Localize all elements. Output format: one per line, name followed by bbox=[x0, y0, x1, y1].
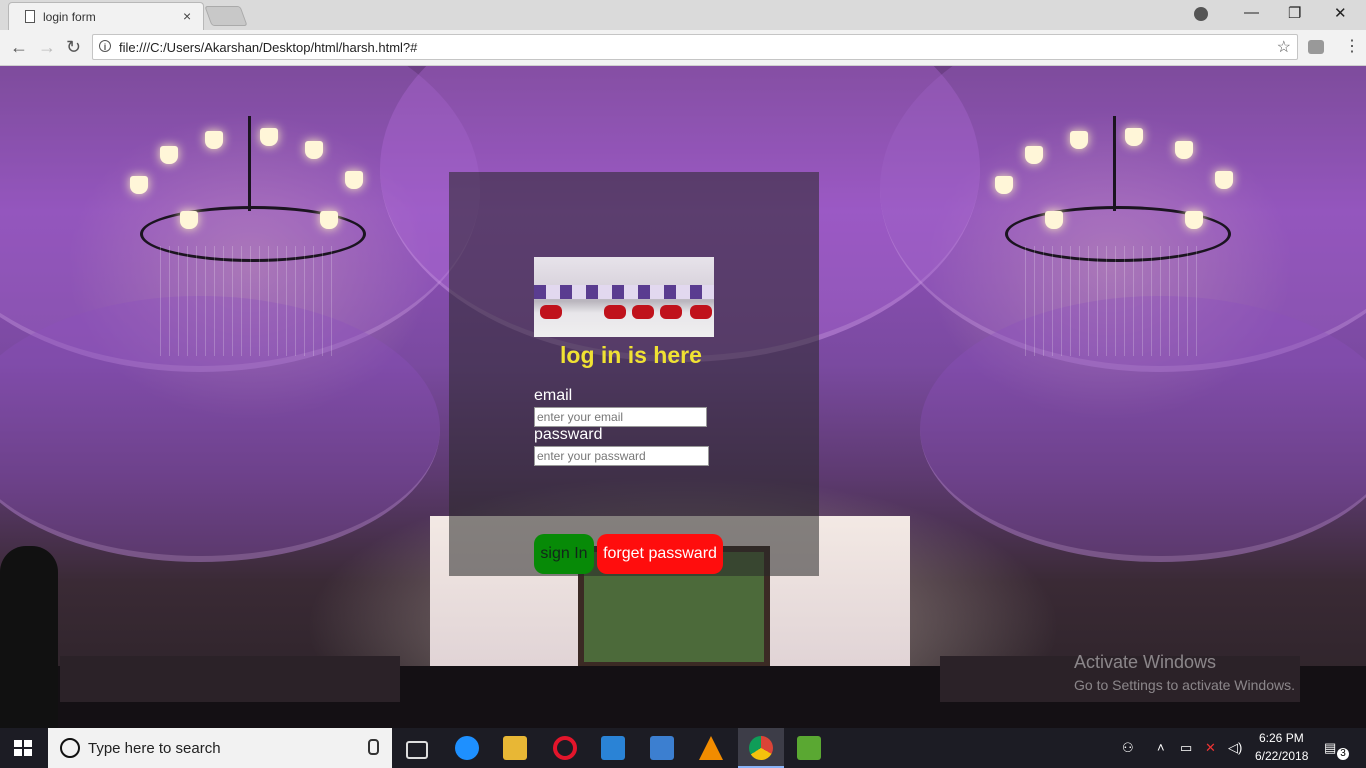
taskbar: Type here to search ⚇ ˄ ▭ ✕ ◁) 6:26 PM 6… bbox=[0, 728, 1366, 768]
volume-icon[interactable]: ◁) bbox=[1228, 740, 1242, 756]
task-view-icon[interactable] bbox=[406, 741, 428, 759]
activate-windows-subtitle: Go to Settings to activate Windows. bbox=[1074, 677, 1295, 693]
reload-icon[interactable]: ↻ bbox=[66, 37, 81, 58]
notification-count-badge: 3 bbox=[1337, 748, 1349, 760]
people-icon[interactable]: ⚇ bbox=[1122, 740, 1134, 756]
network-error-icon[interactable]: ✕ bbox=[1205, 740, 1216, 756]
login-heading: log in is here bbox=[560, 342, 702, 368]
search-placeholder: Type here to search bbox=[88, 740, 221, 757]
forget-password-button[interactable]: forget passward bbox=[597, 534, 723, 574]
account-icon[interactable] bbox=[1194, 7, 1208, 21]
bookmark-star-icon[interactable]: ☆ bbox=[1277, 37, 1291, 57]
extension-icon[interactable] bbox=[1308, 40, 1324, 54]
site-info-icon[interactable]: i bbox=[99, 40, 111, 52]
vlc-icon[interactable] bbox=[699, 736, 723, 760]
password-field[interactable] bbox=[534, 446, 709, 466]
opera-icon[interactable] bbox=[553, 736, 577, 760]
activate-windows-title: Activate Windows bbox=[1074, 652, 1217, 672]
microphone-icon[interactable] bbox=[368, 739, 379, 755]
banquet-hall-image bbox=[534, 257, 714, 337]
new-tab-button[interactable] bbox=[204, 6, 248, 26]
minimize-icon[interactable]: — bbox=[1244, 4, 1259, 21]
chandelier-left bbox=[110, 116, 390, 356]
edge-icon[interactable] bbox=[455, 736, 479, 760]
store-icon[interactable] bbox=[601, 736, 625, 760]
chrome-icon bbox=[749, 736, 773, 760]
browser-menu-icon[interactable]: ⋮ bbox=[1344, 36, 1360, 56]
close-window-icon[interactable]: ✕ bbox=[1334, 4, 1347, 22]
browser-tab-bar: login form × — ❐ ✕ bbox=[0, 0, 1366, 30]
sign-in-button[interactable]: sign In bbox=[534, 534, 594, 574]
file-explorer-icon[interactable] bbox=[503, 736, 527, 760]
page-icon bbox=[25, 10, 35, 23]
video-app-icon[interactable] bbox=[650, 736, 674, 760]
clock-time[interactable]: 6:26 PM bbox=[1259, 731, 1304, 745]
person-silhouette bbox=[0, 546, 58, 728]
email-label: email bbox=[534, 387, 573, 404]
tab-close-icon[interactable]: × bbox=[183, 8, 191, 24]
restore-icon[interactable]: ❐ bbox=[1288, 4, 1301, 22]
taskbar-search[interactable]: Type here to search bbox=[48, 728, 392, 768]
cortana-icon bbox=[60, 738, 80, 758]
notepad-app-icon[interactable] bbox=[797, 736, 821, 760]
clock-date[interactable]: 6/22/2018 bbox=[1255, 749, 1308, 763]
browser-toolbar: ← → ↻ i file:///C:/Users/Akarshan/Deskto… bbox=[0, 30, 1366, 66]
notification-center-icon[interactable]: ▤ bbox=[1324, 740, 1336, 756]
dining-table bbox=[60, 656, 400, 702]
address-bar[interactable]: i file:///C:/Users/Akarshan/Desktop/html… bbox=[92, 34, 1298, 60]
tab-title: login form bbox=[43, 10, 96, 24]
windows-start-icon[interactable] bbox=[14, 740, 32, 756]
browser-tab[interactable]: login form × bbox=[8, 2, 204, 30]
password-label: passward bbox=[534, 426, 603, 443]
email-field[interactable] bbox=[534, 407, 707, 427]
back-icon[interactable]: ← bbox=[10, 37, 28, 58]
forward-icon[interactable]: → bbox=[38, 37, 56, 58]
chrome-taskbar-button[interactable] bbox=[738, 728, 784, 768]
login-panel: log in is here email passward sign In fo… bbox=[449, 172, 819, 576]
battery-icon[interactable]: ▭ bbox=[1180, 740, 1192, 756]
page-viewport: log in is here email passward sign In fo… bbox=[0, 66, 1366, 728]
url-text[interactable]: file:///C:/Users/Akarshan/Desktop/html/h… bbox=[119, 40, 417, 55]
show-hidden-icons[interactable]: ˄ bbox=[1157, 740, 1165, 755]
chandelier-right bbox=[975, 116, 1255, 356]
